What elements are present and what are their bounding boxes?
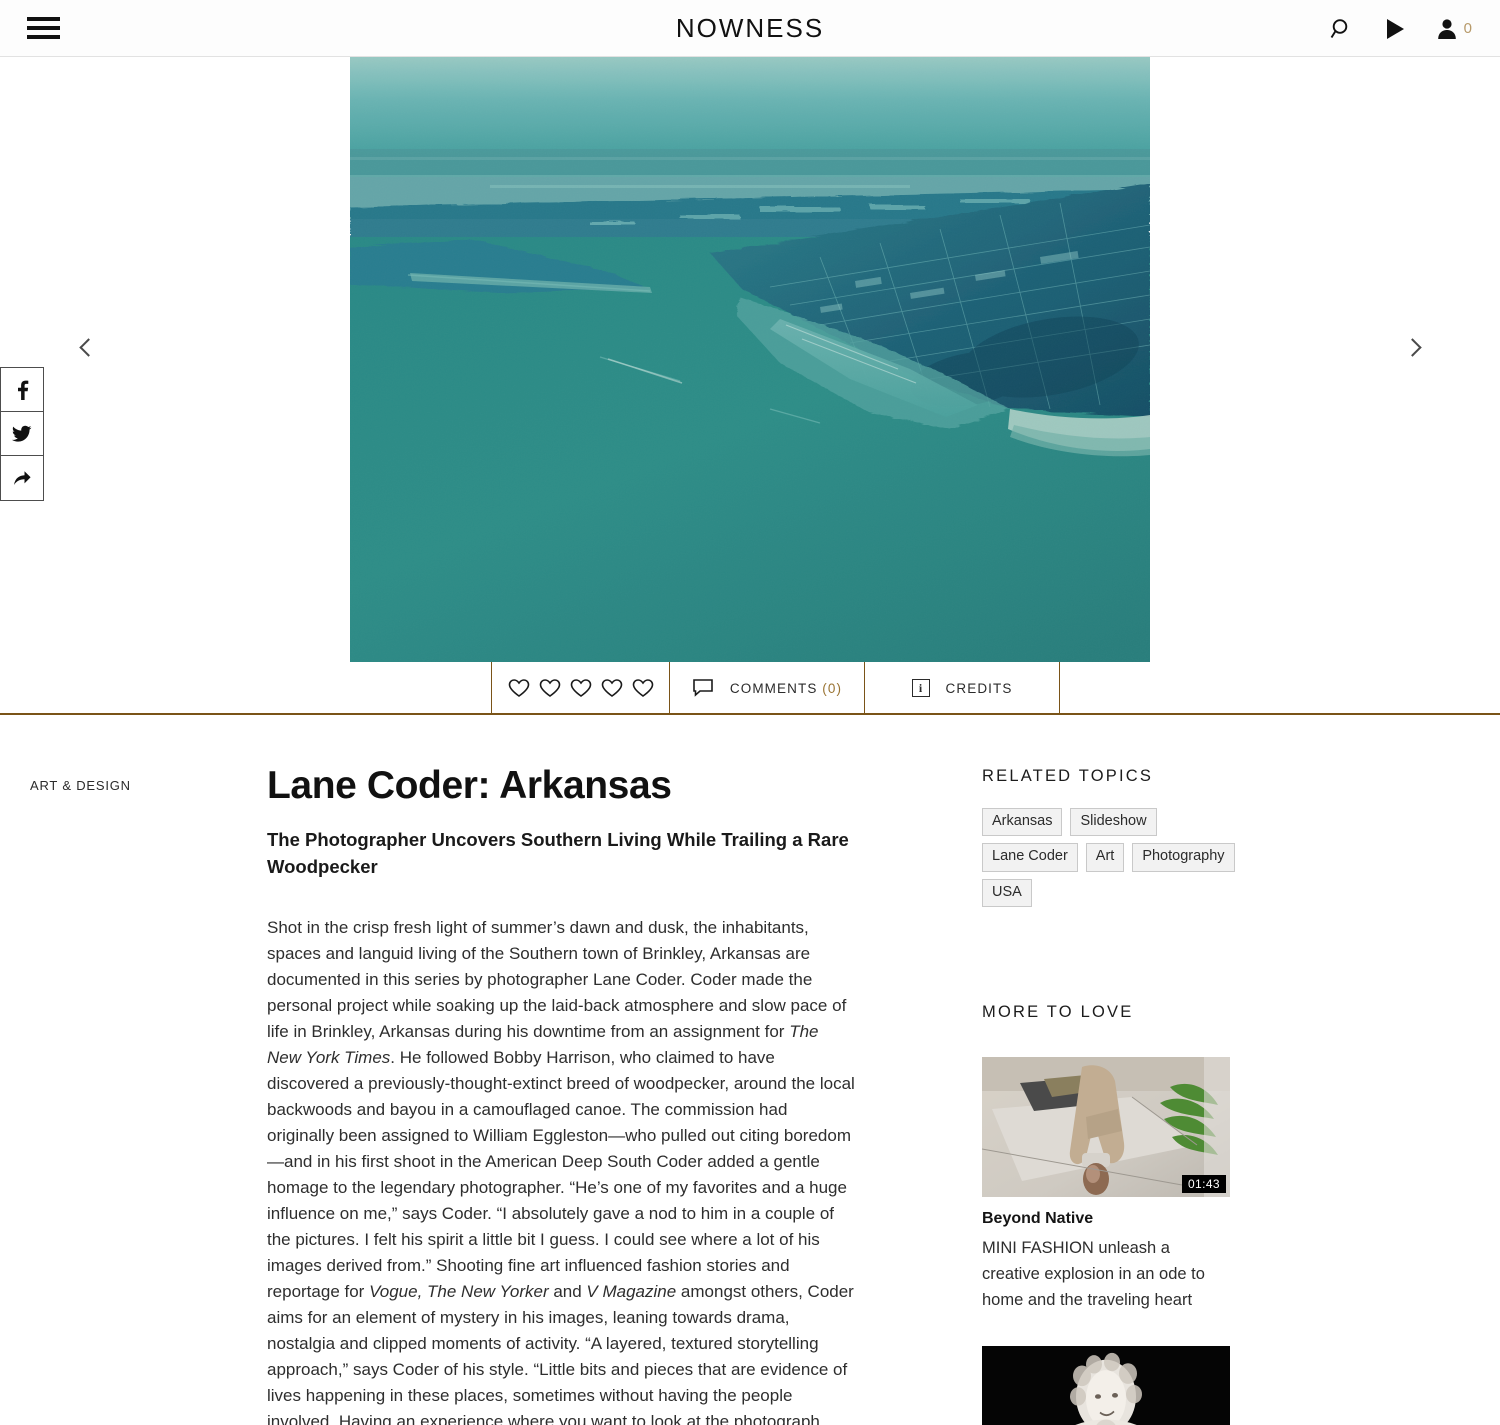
body-italic-3: V Magazine (586, 1281, 677, 1301)
account-button[interactable]: 0 (1436, 17, 1472, 41)
media-action-bar: COMMENTS (0) i CREDITS (491, 662, 1060, 714)
comments-count: (0) (822, 680, 843, 696)
carousel-next-button[interactable] (1392, 327, 1432, 367)
share-facebook-button[interactable] (1, 368, 43, 412)
article-main: Lane Coder: Arkansas The Photographer Un… (267, 764, 857, 1425)
header-actions: 0 (1328, 0, 1472, 57)
share-more-button[interactable] (1, 456, 43, 500)
share-arrow-icon (14, 471, 31, 485)
related-card-title: Beyond Native (982, 1210, 1094, 1228)
chevron-left-icon (78, 337, 98, 357)
search-icon[interactable] (1328, 16, 1354, 42)
facebook-icon (18, 380, 29, 400)
related-card[interactable] (982, 1345, 1230, 1425)
credits-label: CREDITS (945, 680, 1013, 696)
info-icon: i (911, 679, 930, 697)
body-italic-2: Vogue, The New Yorker (369, 1281, 549, 1301)
article-body: Shot in the crisp fresh light of summer’… (267, 915, 857, 1425)
video-duration-badge: 01:43 (1181, 1175, 1226, 1194)
twitter-icon (12, 425, 32, 442)
related-card-description: MINI FASHION unleash a creative explosio… (982, 1239, 1205, 1309)
topic-tag[interactable]: Art (1085, 843, 1125, 872)
topic-tag[interactable]: Photography (1132, 843, 1235, 872)
related-card[interactable]: 01:43 Beyond Native MINI FASHION unleash… (982, 1057, 1230, 1314)
chevron-right-icon (1402, 337, 1422, 357)
topic-tag[interactable]: Slideshow (1070, 808, 1157, 837)
topic-tag[interactable]: Arkansas (982, 808, 1063, 837)
comments-label: COMMENTS (0) (729, 680, 843, 696)
body-text-1: Shot in the crisp fresh light of summer’… (267, 917, 847, 1041)
like-button[interactable] (491, 662, 669, 714)
share-twitter-button[interactable] (1, 412, 43, 456)
credits-button[interactable]: i CREDITS (864, 662, 1060, 714)
heart-icon (570, 679, 591, 697)
more-to-love-heading: MORE TO LOVE (982, 1003, 1134, 1022)
carousel-prev-button[interactable] (68, 327, 108, 367)
related-topics-list: Arkansas Slideshow Lane Coder Art Photog… (982, 808, 1244, 908)
heart-icon (632, 679, 653, 697)
body-text-3: and (548, 1281, 587, 1301)
comment-bubble-icon (693, 679, 713, 697)
social-share-rail (0, 367, 44, 501)
play-icon[interactable] (1384, 17, 1406, 41)
related-card-thumbnail[interactable]: 01:43 (982, 1057, 1230, 1198)
body-text-4: amongst others, Coder aims for an elemen… (267, 1281, 854, 1425)
person-icon (1437, 18, 1456, 39)
heart-icon (508, 679, 529, 697)
article-subtitle: The Photographer Uncovers Southern Livin… (267, 829, 849, 877)
site-header: NOWNESS 0 (0, 0, 1500, 57)
topic-tag[interactable]: Lane Coder (982, 843, 1078, 872)
related-topics-heading: RELATED TOPICS (982, 767, 1154, 785)
hero-image[interactable] (350, 57, 1150, 662)
account-count: 0 (1463, 20, 1472, 37)
article-category[interactable]: ART & DESIGN (30, 778, 131, 793)
heart-icon (601, 679, 622, 697)
related-card-thumbnail[interactable] (982, 1345, 1230, 1425)
heart-icon (539, 679, 560, 697)
hero-slideshow (0, 57, 1500, 662)
body-text-2: . He followed Bobby Harrison, who claime… (267, 1047, 855, 1301)
comments-button[interactable]: COMMENTS (0) (669, 662, 864, 714)
page-title: Lane Coder: Arkansas (267, 764, 672, 807)
article-sidebar: RELATED TOPICS Arkansas Slideshow Lane C… (982, 767, 1272, 1425)
topic-tag[interactable]: USA (982, 878, 1032, 908)
site-logo[interactable]: NOWNESS (0, 13, 1500, 44)
